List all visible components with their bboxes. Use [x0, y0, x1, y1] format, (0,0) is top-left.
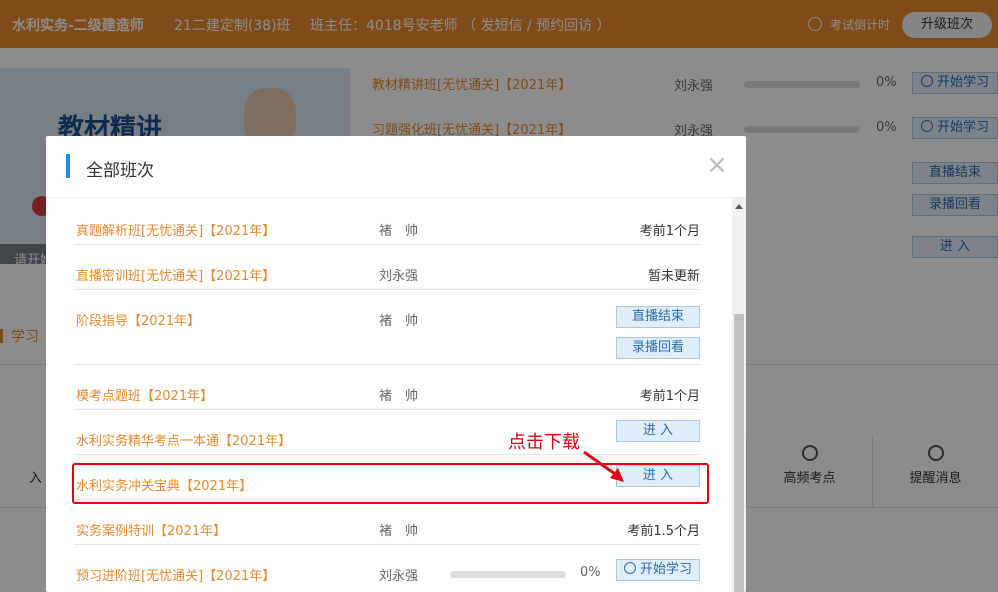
list-item: 模考点题班【2021年】 褚 帅 考前1个月	[74, 365, 700, 410]
list-item: 直播密训班[无忧通关]【2021年】 刘永强 暂未更新	[74, 245, 700, 290]
progress-bar	[450, 571, 566, 578]
list-item: 实务案例特训【2021年】 褚 帅 考前1.5个月	[74, 500, 700, 545]
modal-scrollbar[interactable]	[732, 198, 746, 592]
class-status: 考前1个月	[639, 389, 700, 404]
class-teacher: 褚 帅	[379, 314, 419, 329]
class-name[interactable]: 实务案例特训【2021年】	[76, 520, 226, 539]
class-teacher: 刘永强	[379, 569, 419, 584]
class-name[interactable]: 直播密训班[无忧通关]【2021年】	[76, 265, 275, 284]
close-icon[interactable]: ×	[706, 152, 728, 178]
class-teacher: 褚 帅	[379, 524, 419, 539]
class-teacher: 褚 帅	[379, 389, 419, 404]
scroll-up-arrow-icon[interactable]	[735, 204, 743, 209]
progress-percent: 0%	[580, 565, 601, 580]
class-name[interactable]: 真题解析班[无忧通关]【2021年】	[76, 220, 275, 239]
live-ended-button[interactable]: 直播结束	[616, 306, 700, 328]
annotation-arrow-icon	[583, 450, 624, 482]
annotation-text: 点击下载	[508, 432, 580, 453]
start-learning-button[interactable]: 开始学习	[616, 559, 700, 581]
class-teacher: 褚 帅	[379, 224, 419, 239]
button-label: 开始学习	[639, 562, 692, 577]
class-status: 暂未更新	[647, 269, 700, 284]
class-teacher: 刘永强	[379, 269, 419, 284]
class-status: 考前1个月	[639, 224, 700, 239]
title-accent	[66, 154, 70, 178]
list-item: 真题解析班[无忧通关]【2021年】 褚 帅 考前1个月	[74, 200, 700, 245]
list-item: 预习进阶班[无忧通关]【2021年】 刘永强 0% 开始学习	[74, 545, 700, 590]
modal-header: 全部班次 ×	[46, 136, 746, 198]
all-classes-modal: 全部班次 × 真题解析班[无忧通关]【2021年】 褚 帅 考前1个月 直播密训…	[46, 136, 746, 592]
class-name[interactable]: 阶段指导【2021年】	[76, 310, 200, 329]
class-name[interactable]: 模考点题班【2021年】	[76, 385, 213, 404]
class-status: 考前1.5个月	[627, 524, 700, 539]
modal-title: 全部班次	[86, 161, 154, 181]
class-name[interactable]: 预习进阶班[无忧通关]【2021年】	[76, 565, 275, 584]
play-icon	[623, 562, 636, 574]
enter-button[interactable]: 进 入	[616, 420, 700, 442]
list-item: 阶段指导【2021年】 褚 帅 直播结束 录播回看	[74, 290, 700, 365]
scrollbar-thumb[interactable]	[734, 314, 744, 592]
replay-button[interactable]: 录播回看	[616, 337, 700, 359]
class-name[interactable]: 水利实务精华考点一本通【2021年】	[76, 430, 291, 449]
class-list: 真题解析班[无忧通关]【2021年】 褚 帅 考前1个月 直播密训班[无忧通关]…	[74, 200, 700, 590]
